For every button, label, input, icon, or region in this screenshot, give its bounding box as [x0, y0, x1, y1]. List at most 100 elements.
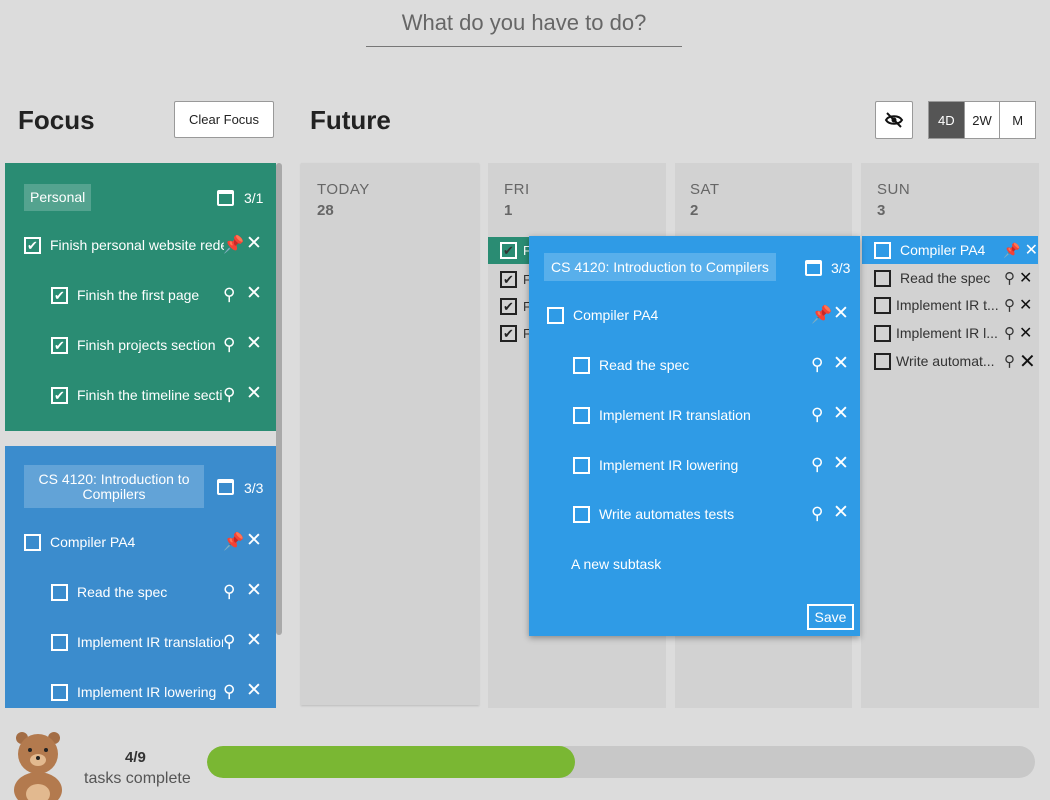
view-4d-button[interactable]: 4D [929, 102, 964, 138]
subtask-row[interactable]: Implement IR translation [573, 403, 803, 427]
fri-subtask-row[interactable]: ✔ F [488, 293, 533, 319]
close-icon[interactable]: ✕ [246, 284, 262, 303]
sun-subtask-row[interactable]: Implement IR t... ⚲ ✕ [862, 291, 1038, 319]
pin-outline-icon[interactable]: ⚲ [811, 406, 823, 423]
sun-subtask-row[interactable]: Implement IR l... ⚲ ✕ [862, 319, 1038, 347]
close-icon[interactable]: ✕ [833, 404, 849, 423]
pin-icon[interactable]: 📌 [811, 306, 832, 323]
fri-subtask-row[interactable]: ✔ F [488, 266, 533, 292]
close-icon[interactable]: ✕ [1025, 240, 1038, 260]
subtask-row[interactable]: Implement IR lowering [573, 453, 803, 477]
close-icon[interactable]: ✕ [246, 581, 262, 600]
subtask-checkbox[interactable]: ✔ [500, 270, 517, 288]
calendar-icon[interactable] [805, 260, 822, 276]
pin-outline-icon[interactable]: ⚲ [1004, 296, 1015, 314]
subtask-checkbox[interactable]: ✔ [51, 336, 68, 354]
pin-outline-icon[interactable]: ⚲ [1004, 269, 1015, 287]
class-tag[interactable]: CS 4120: Introduction to Compilers [544, 253, 776, 281]
subtask-checkbox[interactable] [874, 324, 891, 342]
calendar-icon[interactable] [217, 190, 234, 206]
day-column-today[interactable]: TODAY 28 [301, 163, 479, 705]
close-icon[interactable]: ✕ [1019, 323, 1032, 343]
close-icon[interactable]: ✕ [1019, 295, 1032, 315]
pin-outline-icon[interactable]: ⚲ [811, 505, 823, 522]
pin-outline-icon[interactable]: ⚲ [811, 456, 823, 473]
task-checkbox[interactable] [547, 306, 564, 324]
close-icon[interactable]: ✕ [246, 531, 262, 550]
pin-outline-icon[interactable]: ⚲ [223, 583, 235, 600]
sun-task-row[interactable]: Compiler PA4 📌 ✕ [862, 236, 1038, 264]
class-tag[interactable]: Personal [24, 184, 92, 211]
subtask-checkbox[interactable] [874, 352, 891, 370]
task-row[interactable]: Compiler PA4 [24, 530, 224, 554]
subtask-row[interactable]: ✔ Finish the timeline section [51, 383, 223, 407]
task-title-field[interactable]: Compiler PA4 [573, 307, 658, 323]
subtask-checkbox[interactable] [874, 269, 891, 287]
save-button[interactable]: Save [807, 604, 854, 630]
task-row[interactable]: ✔ Finish personal website redesign [24, 233, 224, 257]
class-tag[interactable]: CS 4120: Introduction to Compilers [24, 465, 204, 508]
clear-focus-button[interactable]: Clear Focus [174, 101, 274, 138]
pin-outline-icon[interactable]: ⚲ [223, 683, 235, 700]
close-icon[interactable]: ✕ [246, 234, 262, 253]
view-2w-button[interactable]: 2W [963, 102, 1000, 138]
task-row[interactable]: Compiler PA4 [547, 303, 787, 327]
pin-icon[interactable]: 📌 [223, 533, 244, 550]
subtask-checkbox[interactable] [51, 633, 68, 651]
subtask-row[interactable]: Implement IR translation [51, 630, 223, 654]
subtask-row[interactable]: Read the spec [573, 353, 803, 377]
pin-outline-icon[interactable]: ⚲ [1004, 324, 1015, 342]
subtask-row[interactable]: ✔ Finish the first page [51, 283, 223, 307]
subtask-checkbox[interactable]: ✔ [51, 386, 68, 404]
subtask-checkbox[interactable] [573, 356, 590, 374]
task-checkbox[interactable] [24, 533, 41, 551]
pin-outline-icon[interactable]: ⚲ [223, 286, 235, 303]
task-checkbox[interactable]: ✔ [24, 236, 41, 254]
subtask-row[interactable]: Implement IR lowering [51, 680, 223, 704]
subtask-checkbox[interactable]: ✔ [500, 297, 517, 315]
new-subtask-input[interactable]: A new subtask [571, 552, 771, 576]
subtask-checkbox[interactable] [573, 406, 590, 424]
subtask-row[interactable]: Write automates tests [573, 502, 803, 526]
pin-icon[interactable]: 📌 [223, 236, 244, 253]
subtask-field[interactable]: Implement IR translation [599, 407, 751, 423]
fri-task-row[interactable]: ✔ Fi [488, 237, 534, 264]
close-icon[interactable]: ✕ [246, 334, 262, 353]
close-icon[interactable]: ✕ [833, 454, 849, 473]
subtask-checkbox[interactable] [51, 683, 68, 701]
subtask-checkbox[interactable]: ✔ [500, 324, 517, 342]
fri-subtask-row[interactable]: ✔ F [488, 320, 533, 346]
close-icon[interactable]: ✕ [246, 631, 262, 650]
subtask-checkbox[interactable]: ✔ [51, 286, 68, 304]
new-task-input[interactable] [366, 0, 682, 47]
pin-outline-icon[interactable]: ⚲ [223, 386, 235, 403]
sun-subtask-row[interactable]: Read the spec ⚲ ✕ [862, 264, 1038, 292]
pin-icon[interactable]: 📌 [1003, 242, 1020, 259]
task-checkbox[interactable] [874, 241, 891, 259]
subtask-checkbox[interactable] [874, 296, 891, 314]
view-month-button[interactable]: M [999, 102, 1035, 138]
focus-scrollbar[interactable] [276, 163, 282, 635]
pin-outline-icon[interactable]: ⚲ [223, 336, 235, 353]
subtask-field[interactable]: Implement IR lowering [599, 457, 738, 473]
close-icon[interactable]: ✕ [246, 384, 262, 403]
close-icon[interactable]: ✕ [833, 304, 849, 323]
pin-outline-icon[interactable]: ⚲ [223, 633, 235, 650]
close-icon[interactable]: ✕ [833, 354, 849, 373]
toggle-hidden-button[interactable] [875, 101, 913, 139]
calendar-icon[interactable] [217, 479, 234, 495]
pin-outline-icon[interactable]: ⚲ [1004, 352, 1015, 370]
subtask-checkbox[interactable] [51, 583, 68, 601]
close-icon[interactable]: ✕ [1019, 268, 1032, 288]
subtask-field[interactable]: Write automates tests [599, 506, 734, 522]
close-icon[interactable]: ✕ [1019, 349, 1036, 374]
task-checkbox[interactable]: ✔ [500, 242, 517, 259]
subtask-row[interactable]: Read the spec [51, 580, 223, 604]
close-icon[interactable]: ✕ [246, 681, 262, 700]
subtask-field[interactable]: Read the spec [599, 357, 689, 373]
pin-outline-icon[interactable]: ⚲ [811, 356, 823, 373]
close-icon[interactable]: ✕ [833, 503, 849, 522]
sun-subtask-row[interactable]: Write automat... ⚲ ✕ [862, 347, 1038, 375]
subtask-checkbox[interactable] [573, 505, 590, 523]
subtask-row[interactable]: ✔ Finish projects section [51, 333, 223, 357]
